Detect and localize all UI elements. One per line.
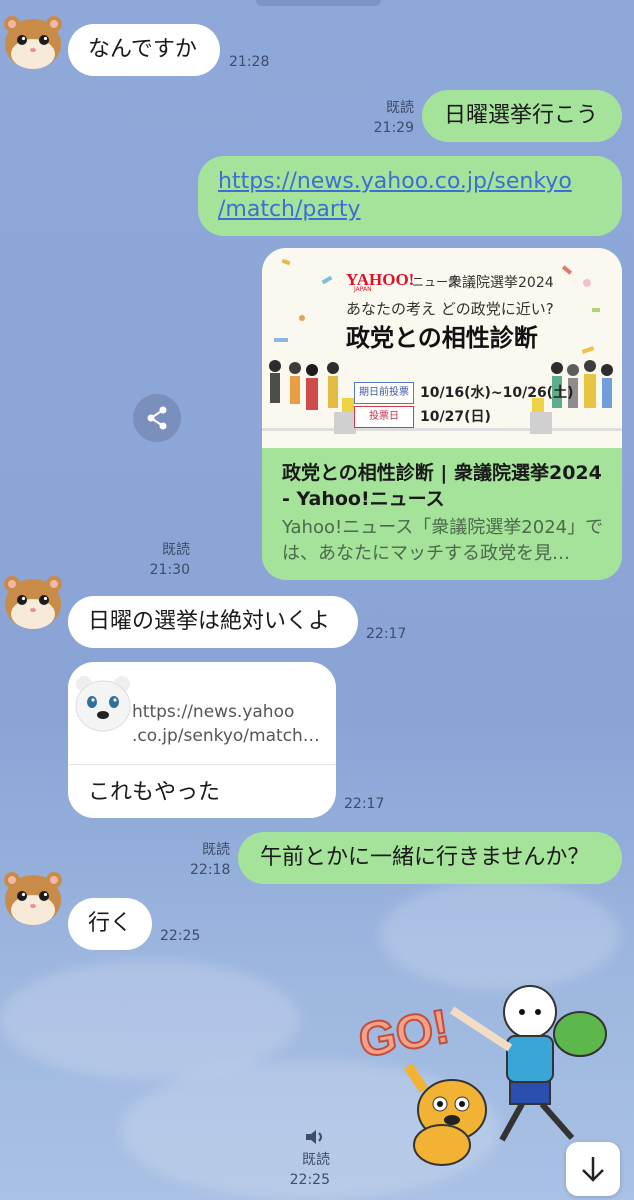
message-meta: 既読 21:30 xyxy=(144,540,190,580)
hamster-avatar[interactable] xyxy=(2,10,64,72)
message-bubble[interactable]: 日曜選挙行こう xyxy=(422,90,622,142)
link-preview-card[interactable]: YAHOO! JAPAN ニュース 衆議院選挙2024 あなたの考え どの政党に… xyxy=(262,248,622,580)
vote-day-label: 投票日 xyxy=(354,406,414,428)
message-text: 日曜の選挙は絶対いくよ xyxy=(88,609,331,634)
message-meta: 既読 22:18 xyxy=(190,840,230,880)
share-icon xyxy=(147,406,167,430)
banner-election: 衆議院選挙2024 xyxy=(448,275,554,291)
message-meta: 22:25 xyxy=(160,926,200,946)
message-text: なんですか xyxy=(88,37,197,62)
url-line: https://news.yahoo.co.jp/senkyo xyxy=(218,169,572,194)
early-vote-label: 期日前投票 xyxy=(354,382,414,404)
message-bubble[interactable]: 日曜の選挙は絶対いくよ xyxy=(68,596,358,648)
message-meta: 既読 21:29 xyxy=(368,98,414,138)
quoted-url[interactable]: https://news.yahoo .co.jp/senkyo/match… xyxy=(132,700,332,748)
yahoo-logo-sub: JAPAN xyxy=(354,286,372,293)
vote-day-date: 10/27(日) xyxy=(420,409,491,425)
card-description: Yahoo!ニュース「衆議院選挙2024」では、あなたにマッチする政党を見… xyxy=(282,517,604,564)
quoted-url-line: https://news.yahoo xyxy=(132,702,295,722)
early-vote-dates: 10/16(水)~10/26(土) xyxy=(420,385,574,401)
read-receipt: 既読 xyxy=(162,542,190,558)
message-text: これもやった xyxy=(88,780,221,805)
message-bubble[interactable]: 行く xyxy=(68,898,152,950)
sticker-go-text: GO! xyxy=(355,1000,453,1068)
top-handle xyxy=(256,0,381,6)
scroll-to-bottom-button[interactable] xyxy=(566,1142,620,1196)
sticker[interactable]: GO! xyxy=(352,970,622,1170)
quoted-url-line: .co.jp/senkyo/match… xyxy=(132,726,320,746)
message-bubble[interactable]: 午前とかに一緒に行きませんか？ xyxy=(238,832,622,884)
message-text: 行く xyxy=(88,911,133,936)
message-text: 午前とかに一緒に行きませんか？ xyxy=(260,845,590,870)
message-meta: 22:17 xyxy=(344,794,384,814)
message-bubble[interactable]: なんですか xyxy=(68,24,220,76)
message-time: 22:25 xyxy=(160,928,201,944)
message-meta: 既読 22:25 xyxy=(286,1150,330,1190)
read-receipt: 既読 xyxy=(202,842,230,858)
url-line: /match/party xyxy=(218,197,361,222)
polar-bear-avatar xyxy=(72,672,134,734)
hamster-avatar[interactable] xyxy=(2,866,64,928)
message-time: 22:17 xyxy=(366,626,407,642)
banner-question: あなたの考え どの政党に近い? xyxy=(346,300,554,318)
message-time: 21:29 xyxy=(373,120,414,136)
card-title: 政党との相性診断 | 衆議院選挙2024 - Yahoo!ニュース xyxy=(282,462,602,510)
preview-banner-image: YAHOO! JAPAN ニュース 衆議院選挙2024 あなたの考え どの政党に… xyxy=(262,248,622,448)
message-text: 日曜選挙行こう xyxy=(444,103,599,128)
hamster-avatar[interactable] xyxy=(2,570,64,632)
share-button[interactable] xyxy=(133,394,181,442)
message-time: 22:25 xyxy=(289,1172,330,1188)
message-meta: 21:28 xyxy=(229,52,269,72)
message-time: 21:28 xyxy=(229,54,270,70)
link-bubble[interactable]: https://news.yahoo.co.jp/senkyo /match/p… xyxy=(198,156,622,236)
message-meta: 22:17 xyxy=(366,624,406,644)
speaker-icon[interactable] xyxy=(304,1128,326,1146)
read-receipt: 既読 xyxy=(302,1152,330,1168)
read-receipt: 既読 xyxy=(386,100,414,116)
quote-divider xyxy=(68,764,336,765)
url-link[interactable]: https://news.yahoo.co.jp/senkyo /match/p… xyxy=(218,168,572,224)
message-time: 22:18 xyxy=(190,862,231,878)
banner-headline: 政党との相性診断 xyxy=(346,324,538,352)
arrow-down-icon xyxy=(582,1157,604,1182)
message-time: 21:30 xyxy=(149,562,190,578)
quoted-message-bubble[interactable]: https://news.yahoo .co.jp/senkyo/match… … xyxy=(68,662,336,818)
message-time: 22:17 xyxy=(344,796,385,812)
